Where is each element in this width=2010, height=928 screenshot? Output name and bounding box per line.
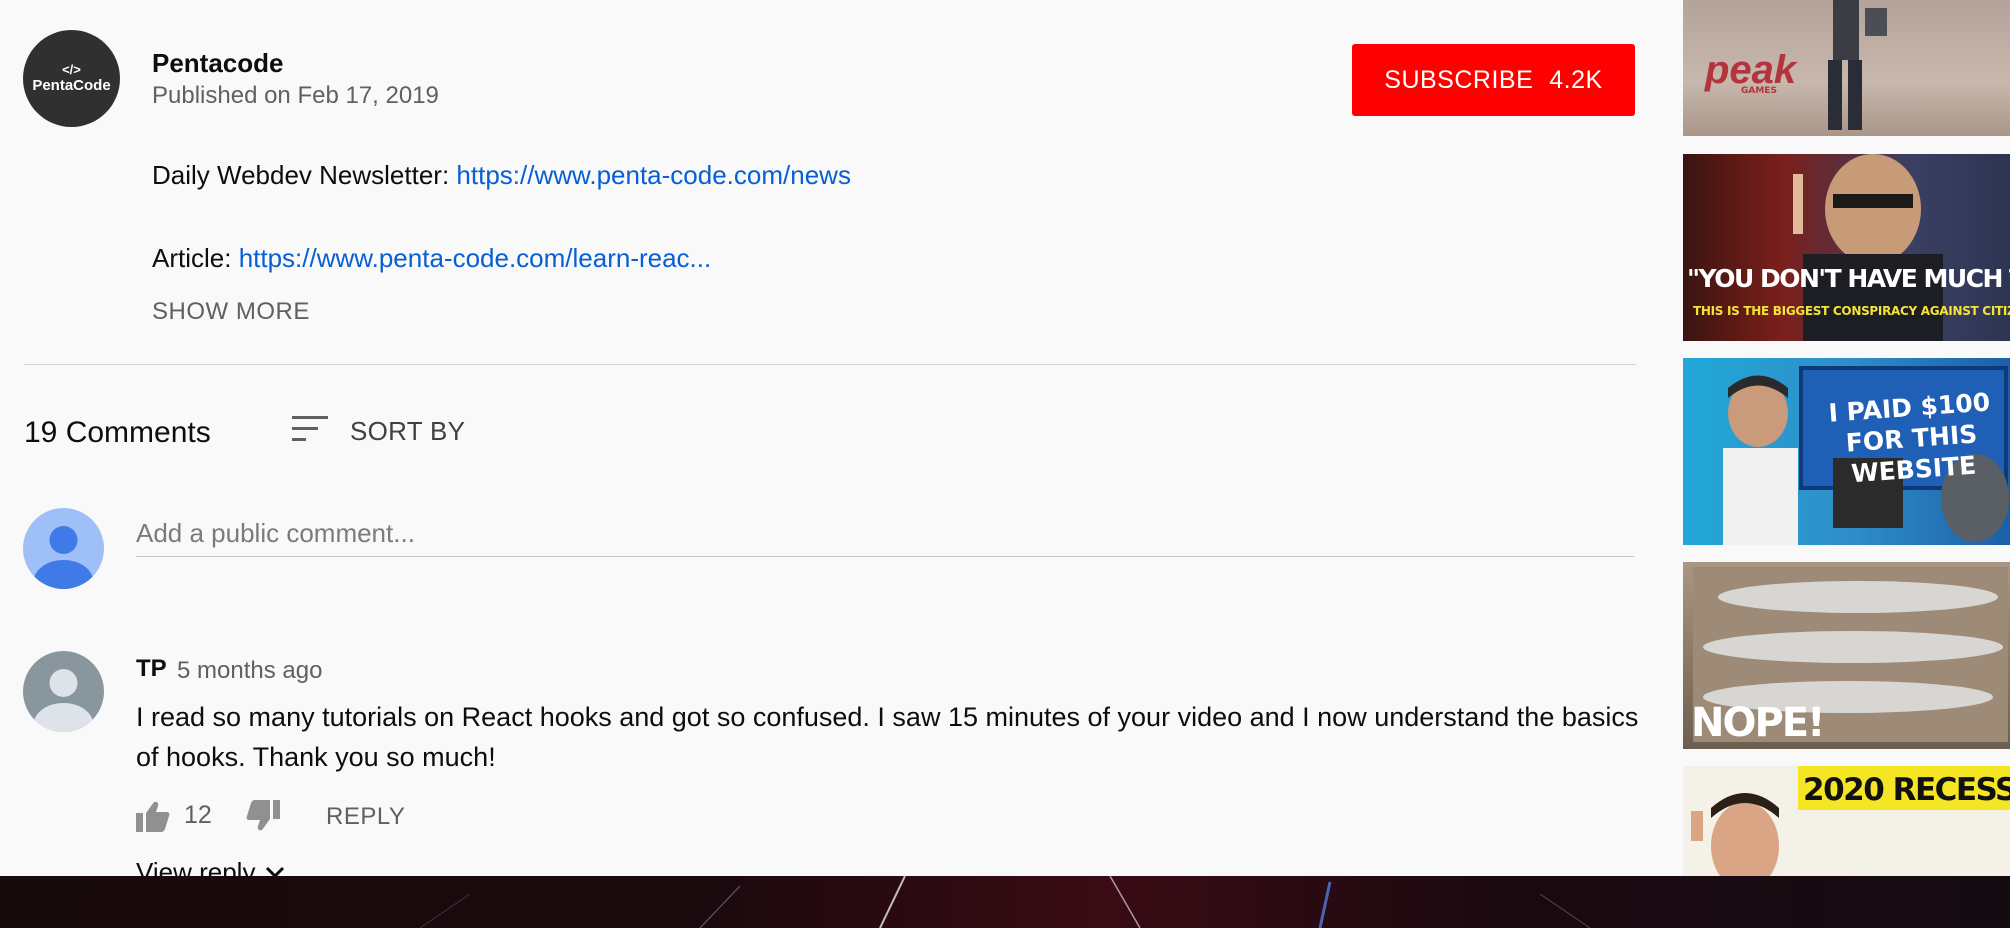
sort-by-label: SORT BY <box>350 416 466 446</box>
related-video-thumbnail[interactable]: "YOU DON'T HAVE MUCH TIME!" THIS IS THE … <box>1683 154 2010 341</box>
comment-author[interactable]: TP <box>136 655 167 683</box>
thumbs-up-icon <box>136 801 170 832</box>
channel-avatar-code: </> <box>62 62 81 77</box>
thumbnail-title: NOPE! <box>1691 700 1825 746</box>
like-count: 12 <box>184 801 212 829</box>
related-video-thumbnail[interactable]: peak GAMES <box>1683 0 2010 136</box>
commenter-avatar[interactable] <box>23 651 104 732</box>
subscribe-button[interactable]: SUBSCRIBE 4.2K <box>1352 44 1635 116</box>
channel-name[interactable]: Pentacode <box>152 48 284 79</box>
show-more-button[interactable]: SHOW MORE <box>152 298 310 326</box>
subscribe-label: SUBSCRIBE <box>1384 65 1534 94</box>
article-link[interactable]: https://www.penta-code.com/learn-reac... <box>239 243 712 273</box>
reply-button[interactable]: REPLY <box>326 803 405 831</box>
thumbnail-title: I PAID $100 FOR THIS WEBSITE <box>1827 387 1992 489</box>
person-icon <box>33 669 94 732</box>
newsletter-label: Daily Webdev Newsletter: <box>152 160 457 190</box>
subscriber-count: 4.2K <box>1549 65 1603 94</box>
description-newsletter: Daily Webdev Newsletter: https://www.pen… <box>152 160 851 191</box>
person-icon <box>33 526 94 589</box>
dislike-button[interactable] <box>246 800 280 837</box>
related-video-thumbnail[interactable]: NOPE! <box>1683 562 2010 749</box>
comment-timestamp[interactable]: 5 months ago <box>177 657 322 685</box>
related-video-thumbnail[interactable]: 2020 RECESSION <box>1683 766 2010 876</box>
sort-by-button[interactable]: SORT BY <box>292 414 465 449</box>
sort-icon <box>292 414 330 449</box>
description-article: Article: https://www.penta-code.com/lear… <box>152 243 711 274</box>
add-comment-input[interactable] <box>136 510 1634 557</box>
publish-date: Published on Feb 17, 2019 <box>152 82 439 109</box>
newsletter-link[interactable]: https://www.penta-code.com/news <box>456 160 851 190</box>
divider <box>24 364 1636 365</box>
thumbnail-title: 2020 RECESSION <box>1803 772 2010 808</box>
article-label: Article: <box>152 243 239 273</box>
channel-avatar-name: PentaCode <box>32 77 111 94</box>
user-avatar <box>23 508 104 589</box>
thumbs-down-icon <box>246 800 280 831</box>
comments-count: 19 Comments <box>24 416 211 449</box>
video-player-strip <box>0 876 2010 928</box>
thumbnail-subtitle: GAMES <box>1741 86 1777 96</box>
channel-avatar[interactable]: </> PentaCode <box>23 30 120 127</box>
like-button[interactable] <box>136 800 170 837</box>
related-video-thumbnail[interactable]: I PAID $100 FOR THIS WEBSITE <box>1683 358 2010 545</box>
comment-text: I read so many tutorials on React hooks … <box>136 702 1639 772</box>
thumbnail-title: "YOU DON'T HAVE MUCH TIME!" <box>1687 264 2010 293</box>
thumbnail-subtitle: THIS IS THE BIGGEST CONSPIRACY AGAINST C… <box>1693 304 2010 318</box>
